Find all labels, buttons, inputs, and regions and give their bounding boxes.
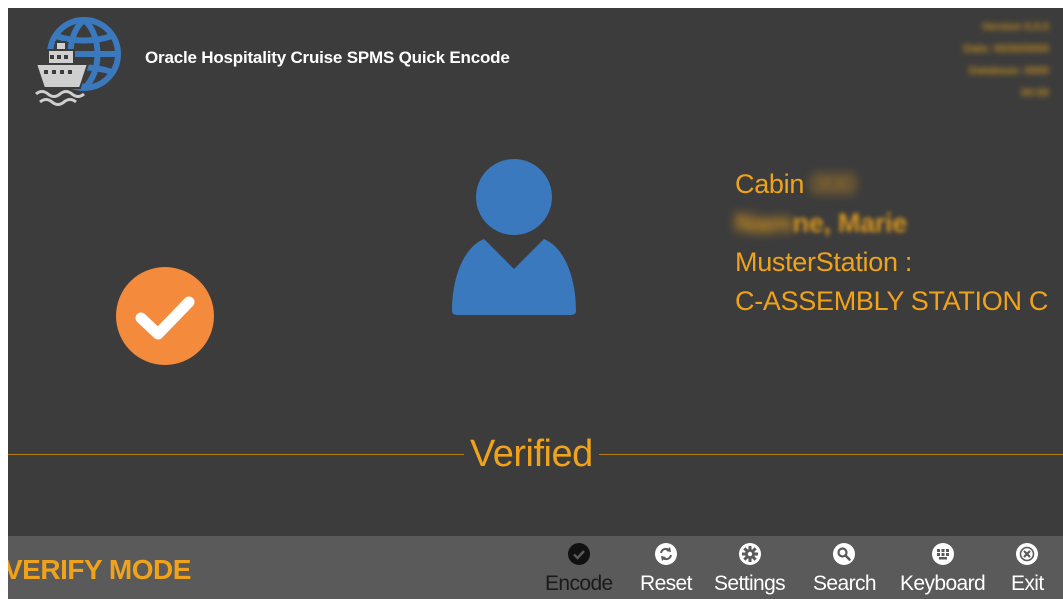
cruise-ship-globe-logo-icon (26, 12, 126, 112)
keyboard-icon (931, 543, 954, 565)
guest-name-redacted: Nam (735, 208, 793, 238)
settings-icon (738, 543, 761, 565)
exit-label: Exit (1011, 572, 1044, 595)
encode-button[interactable]: Encode (545, 542, 613, 599)
version-info: Version 0.0.0 Date: 00/00/0000 Database:… (963, 16, 1049, 104)
app-title: Oracle Hospitality Cruise SPMS Quick Enc… (145, 48, 510, 67)
bottom-toolbar: VERIFY MODE Encode Reset Settings Search… (8, 536, 1063, 599)
database-line: Database: 0000 (968, 65, 1049, 77)
verified-status: Verified (464, 433, 599, 475)
time-line: 00:00 (1020, 87, 1049, 99)
mode-label: VERIFY MODE (8, 554, 191, 585)
search-button[interactable]: Search (813, 542, 877, 599)
quick-encode-window: Oracle Hospitality Cruise SPMS Quick Enc… (8, 8, 1063, 599)
keyboard-button[interactable]: Keyboard (900, 542, 986, 599)
muster-label: MusterStation : (735, 247, 913, 277)
cabin-label: Cabin (735, 169, 805, 199)
guest-name-visible: ne, Marie (792, 208, 908, 238)
cabin-row: Cabin 000 (735, 165, 1048, 204)
keyboard-label: Keyboard (900, 572, 986, 595)
guest-info: Cabin 000 Namne, Marie MusterStation : C… (735, 165, 1048, 321)
guest-avatar-icon (450, 159, 580, 319)
search-icon (833, 543, 856, 565)
encode-label: Encode (545, 572, 613, 595)
version-line: Version 0.0.0 (981, 21, 1049, 33)
settings-button[interactable]: Settings (714, 542, 786, 599)
cabin-number: 000 (811, 169, 856, 199)
guest-name: Namne, Marie (735, 204, 1048, 243)
reset-button[interactable]: Reset (640, 542, 692, 599)
reset-label: Reset (640, 572, 692, 595)
search-label: Search (813, 572, 877, 595)
verified-check-icon (115, 266, 215, 366)
reset-icon (654, 543, 677, 565)
muster-station: C-ASSEMBLY STATION C (735, 286, 1049, 316)
date-line: Date: 00/00/0000 (963, 43, 1049, 55)
exit-button[interactable]: Exit (1011, 542, 1044, 599)
settings-label: Settings (714, 572, 786, 595)
encode-icon (567, 543, 590, 565)
exit-icon (1016, 543, 1039, 565)
